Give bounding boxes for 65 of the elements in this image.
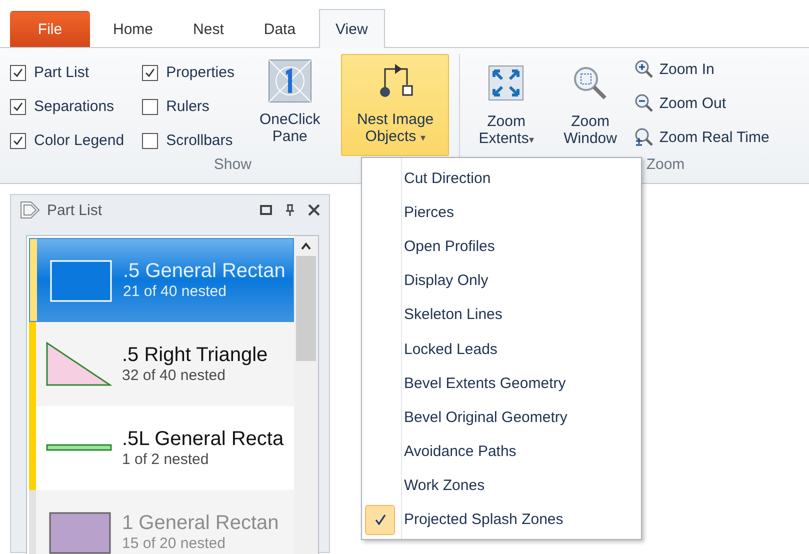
checkbox[interactable] xyxy=(10,98,26,114)
menu-item[interactable]: Locked Leads xyxy=(362,332,641,366)
nested-count: 21 of 40 nested xyxy=(123,283,228,300)
nested-count: 1 of 2 nested xyxy=(122,451,210,468)
group-label: Zoom xyxy=(646,156,685,173)
menu-item[interactable]: Projected Splash Zones xyxy=(362,502,641,538)
checkbox-label: Part List xyxy=(34,64,90,81)
nest-image-objects-button[interactable]: Nest Image Objects ▾ xyxy=(341,54,450,156)
checkbox-label: Rulers xyxy=(166,98,210,115)
zoom-button[interactable]: Zoom Real Time xyxy=(632,124,772,150)
file-tab[interactable]: File xyxy=(10,11,90,47)
zoom-button[interactable]: Zoom Extents▾ xyxy=(464,54,548,156)
menu-item[interactable]: Bevel Extents Geometry xyxy=(362,366,641,400)
check-icon xyxy=(144,66,156,78)
part-name: .5L General Recta xyxy=(122,428,284,451)
checkbox[interactable] xyxy=(10,64,26,80)
checkbox-label: Separations xyxy=(34,98,114,115)
ribbon-tab[interactable]: Data xyxy=(246,11,313,47)
menu-item[interactable]: Avoidance Paths xyxy=(362,434,641,469)
maximize-icon[interactable] xyxy=(259,203,273,217)
checkmark-icon xyxy=(373,512,387,527)
menu-item[interactable]: Open Profiles xyxy=(362,229,641,264)
oneclick-pane-button[interactable]: OneClick Pane xyxy=(252,54,328,156)
menu-item[interactable]: Work Zones xyxy=(362,468,641,503)
part-name: .5 General Rectan xyxy=(123,260,286,283)
nested-count: 32 of 40 nested xyxy=(122,367,226,384)
zoom-out-icon xyxy=(634,93,654,113)
part-name: .5 Right Triangle xyxy=(122,344,268,367)
part-list-item[interactable]: .5 Right Triangle 32 of 40 nested xyxy=(29,322,294,406)
pin-icon[interactable] xyxy=(283,203,297,217)
check-icon xyxy=(12,134,24,146)
menu-item[interactable]: Cut Direction xyxy=(362,161,641,196)
checkbox[interactable] xyxy=(142,132,158,148)
zoom-button[interactable]: Zoom Window xyxy=(548,54,632,156)
part-name: 1 General Rectan xyxy=(122,512,279,535)
check-icon xyxy=(12,66,24,78)
magnifier-icon xyxy=(572,65,608,101)
ribbon-tab[interactable]: Home xyxy=(96,11,170,47)
numbered-target-icon xyxy=(268,59,312,103)
zoom-button[interactable]: Zoom Out xyxy=(632,90,772,116)
checkbox[interactable] xyxy=(142,98,158,114)
menu-item[interactable]: Pierces xyxy=(362,195,641,230)
menu-item[interactable]: Display Only xyxy=(362,264,641,298)
panel-title: Part List xyxy=(47,202,104,218)
close-icon[interactable] xyxy=(307,203,321,217)
checkbox[interactable] xyxy=(10,132,26,148)
nested-count: 15 of 20 nested xyxy=(122,535,226,552)
ribbon-tab[interactable]: Nest xyxy=(176,11,241,47)
ribbon-tab[interactable]: View xyxy=(318,9,385,48)
expand-arrows-icon xyxy=(488,65,524,101)
checkbox-label: Properties xyxy=(166,64,234,81)
scroll-up-icon[interactable] xyxy=(300,242,312,250)
scrollbar[interactable] xyxy=(294,236,318,554)
zoom-in-icon xyxy=(634,59,654,79)
checkbox-label: Color Legend xyxy=(34,132,124,149)
zoom-button[interactable]: Zoom In xyxy=(632,56,772,82)
menu-item[interactable]: Skeleton Lines xyxy=(362,298,641,332)
checkbox[interactable] xyxy=(142,64,158,80)
menu-item[interactable]: Bevel Original Geometry xyxy=(362,400,641,434)
part-list-item[interactable]: .5 General Rectan 21 of 40 nested xyxy=(29,238,294,322)
pages-icon xyxy=(19,200,41,220)
magnifier-icon xyxy=(634,127,654,147)
check-icon xyxy=(12,100,24,112)
group-label: Show xyxy=(214,156,252,173)
checkbox-label: Scrollbars xyxy=(166,132,233,149)
